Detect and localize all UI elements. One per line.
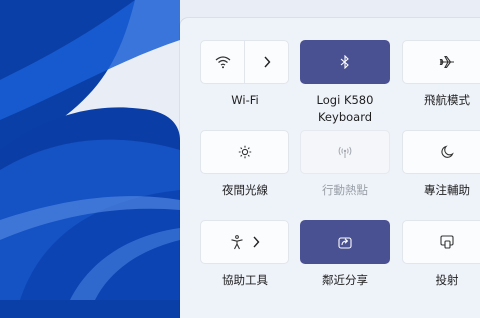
mobile-hotspot-label: 行動熱點 <box>322 183 368 197</box>
share-icon <box>338 235 352 249</box>
cast-tile[interactable] <box>402 220 480 264</box>
accessibility-tile[interactable] <box>200 220 289 264</box>
wifi-toggle[interactable] <box>201 41 245 83</box>
wifi-tile[interactable] <box>200 40 289 84</box>
brightness-icon <box>238 145 252 159</box>
cast-icon <box>440 235 454 249</box>
focus-assist-label: 專注輔助 <box>424 183 470 197</box>
accessibility-icon <box>230 234 244 250</box>
bluetooth-icon <box>340 55 350 69</box>
cast-label: 投射 <box>435 273 459 287</box>
hotspot-icon <box>337 145 353 159</box>
airplane-mode-tile[interactable] <box>402 40 480 84</box>
nearby-share-tile[interactable] <box>300 220 390 264</box>
bluetooth-label: Logi K580 Keyboard <box>299 92 391 126</box>
bluetooth-tile[interactable] <box>300 40 390 84</box>
chevron-right-icon <box>263 56 271 68</box>
quick-settings-panel: Wi-Fi Logi K580 Keyboard 飛航模式 夜間光線 行動熱點 … <box>180 18 480 318</box>
airplane-icon <box>439 55 455 69</box>
bluetooth-label-line2: Keyboard <box>317 110 373 124</box>
night-light-tile[interactable] <box>200 130 289 174</box>
night-light-label: 夜間光線 <box>222 183 268 197</box>
mobile-hotspot-tile[interactable] <box>300 130 390 174</box>
accessibility-label: 協助工具 <box>222 273 268 287</box>
focus-assist-tile[interactable] <box>402 130 480 174</box>
nearby-share-label: 鄰近分享 <box>322 273 368 287</box>
chevron-right-icon <box>252 236 260 248</box>
airplane-mode-label: 飛航模式 <box>424 93 470 107</box>
moon-icon <box>440 145 454 159</box>
bluetooth-label-line1: Logi K580 <box>316 93 374 107</box>
wifi-icon <box>215 55 231 69</box>
wifi-label: Wi-Fi <box>231 93 259 107</box>
wifi-expand-button[interactable] <box>245 41 288 83</box>
